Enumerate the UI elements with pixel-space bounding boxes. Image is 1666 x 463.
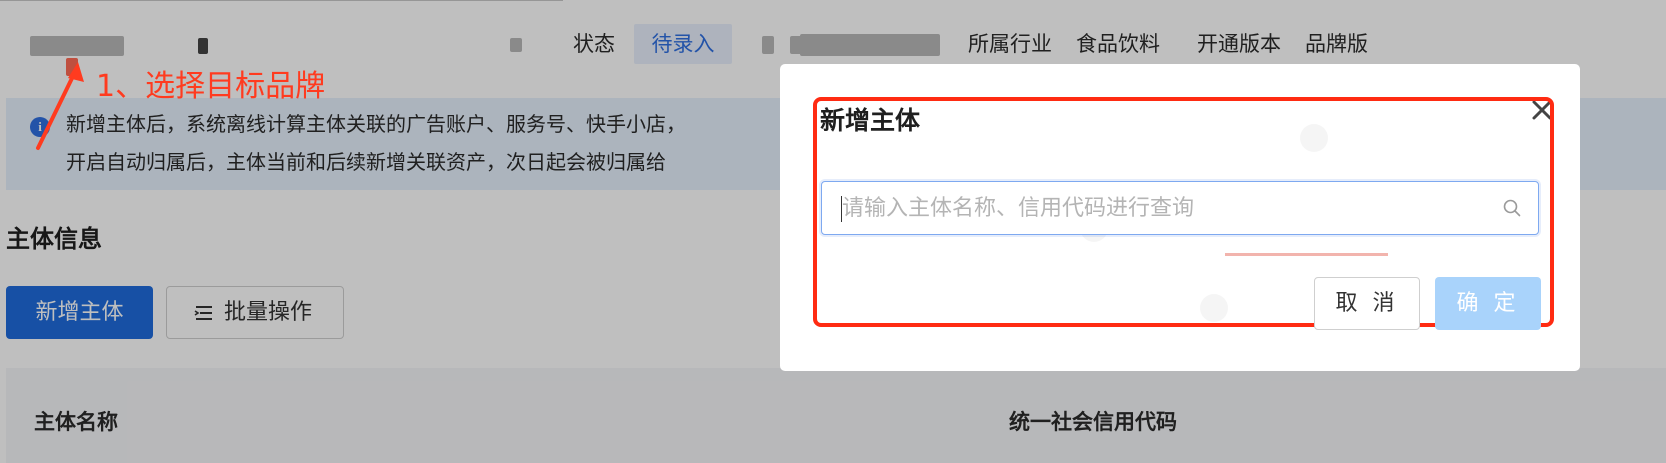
annotation-arrow-icon — [36, 62, 84, 150]
page: 状态 待录入 所属行业 食品饮料 开通版本 品牌版 i 新增主体后，系统离线计算… — [0, 0, 1666, 463]
annotation-step-text: 1、选择目标品牌 — [96, 69, 326, 104]
add-entity-modal: 新增主体 取 消 确 定 — [780, 64, 1580, 371]
cancel-button[interactable]: 取 消 — [1314, 277, 1420, 330]
confirm-button[interactable]: 确 定 — [1435, 277, 1541, 330]
